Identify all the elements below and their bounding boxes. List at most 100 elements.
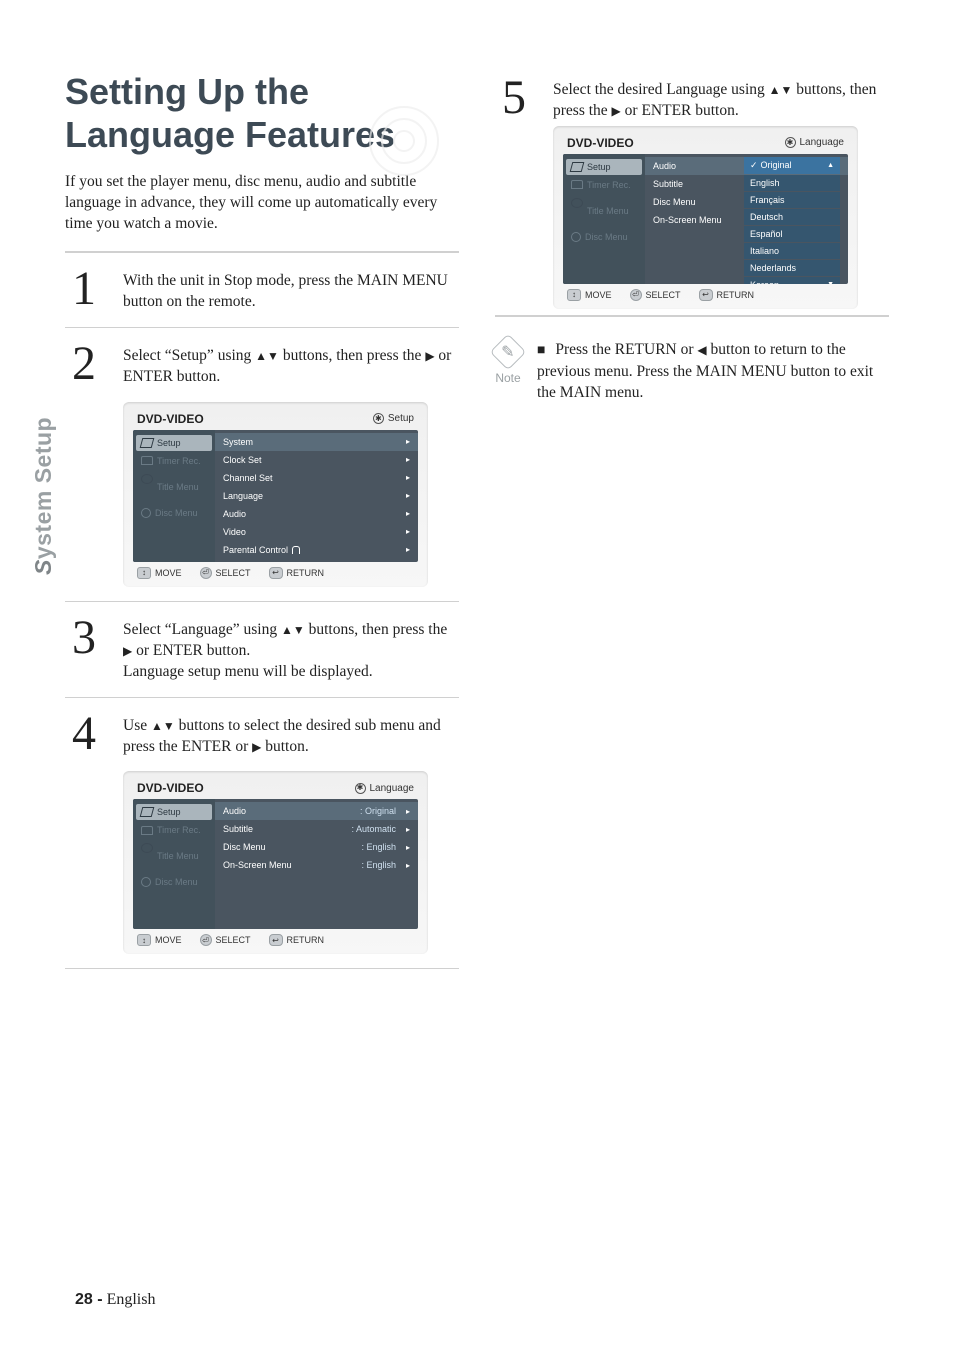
note-icon: ✎ [490, 333, 527, 370]
osd-product: DVD-VIDEO [137, 781, 204, 795]
osd-item: Channel Set [223, 473, 273, 483]
nav-title: Title Menu [136, 471, 212, 503]
intro-text: If you set the player menu, disc menu, a… [65, 172, 459, 235]
step-5: 5 Select the desired Language using butt… [495, 76, 889, 122]
osd-right-label: Language [800, 137, 845, 148]
chevron-right-icon: ▸ [406, 455, 410, 464]
divider [65, 968, 459, 969]
down-icon [267, 347, 279, 364]
select-icon: ⏎ [630, 289, 642, 301]
step-3-mid: buttons, then press the [305, 621, 448, 638]
chevron-right-icon: ▸ [406, 437, 410, 446]
divider [65, 697, 459, 698]
move-icon: ↕ [567, 289, 581, 301]
chevron-right-icon: ▸ [406, 509, 410, 518]
side-tab-rest: ystem Setup [30, 417, 56, 559]
step-5-num: 5 [495, 76, 533, 122]
nav-setup: Setup [136, 804, 212, 820]
chevron-right-icon: ▸ [406, 527, 410, 536]
nav-disc: Disc Menu [136, 505, 212, 521]
osd-setup-screenshot: DVD-VIDEO ✱Setup Setup Timer Rec. Title … [123, 402, 428, 587]
gear-icon: ✱ [785, 137, 796, 148]
osd-language-select-screenshot: DVD-VIDEO ✱ Language Setup Timer Rec. Tit… [553, 126, 858, 309]
nav-title: Title Menu [566, 195, 642, 227]
chevron-right-icon: ▸ [406, 545, 410, 554]
osd-option: English [750, 178, 780, 188]
step-4-pre: Use [123, 717, 151, 734]
move-icon: ↕ [137, 934, 151, 946]
osd-value: : Original [360, 806, 406, 816]
osd-list: Audio: Original▸ Subtitle: Automatic▸ Di… [215, 799, 418, 929]
step-2-text: Select “Setup” using buttons, then press… [123, 342, 459, 388]
osd-item: Subtitle [653, 179, 683, 189]
side-tab-first: S [30, 559, 56, 575]
up-arrow-icon: ▲ [827, 162, 834, 169]
osd-nav: Setup Timer Rec. Title Menu Disc Menu [563, 154, 645, 284]
osd-item: On-Screen Menu [223, 860, 292, 870]
col-left: Setting Up the Language Features If you … [65, 70, 459, 983]
osd-option: Korean [750, 280, 779, 284]
nav-timer: Timer Rec. [136, 822, 212, 838]
right-icon [123, 642, 132, 659]
return-icon: ↩ [269, 934, 283, 946]
nav-disc: Disc Menu [566, 229, 642, 245]
osd-footer: ↕MOVE ⏎SELECT ↩RETURN [563, 284, 848, 301]
title-line2: Language Features [65, 114, 395, 155]
osd-list: System▸ Clock Set▸ Channel Set▸ Language… [215, 430, 418, 562]
osd-value: : English [361, 860, 406, 870]
osd-footer: ↕MOVE ⏎SELECT ↩RETURN [133, 929, 418, 946]
osd-product: DVD-VIDEO [137, 412, 204, 426]
down-icon [293, 621, 305, 638]
osd-right-label: Language [370, 783, 415, 794]
osd-item: Audio [653, 161, 676, 171]
step-2-pre: Select “Setup” using [123, 347, 255, 364]
osd-item: Clock Set [223, 455, 262, 465]
lock-icon [292, 546, 300, 554]
osd-option: Deutsch [750, 212, 783, 222]
note: ✎ Note ■ Press the RETURN or button to r… [495, 339, 889, 404]
step-3-post: or ENTER button. [132, 642, 250, 659]
osd-product: DVD-VIDEO [567, 136, 634, 150]
step-4-num: 4 [65, 712, 103, 758]
nav-timer: Timer Rec. [566, 177, 642, 193]
page-number: 28 - [75, 1291, 103, 1308]
down-icon [781, 81, 793, 98]
osd-item: Subtitle [223, 824, 253, 834]
chevron-right-icon: ▸ [406, 807, 410, 816]
chevron-right-icon: ▸ [406, 861, 410, 870]
chevron-right-icon: ▸ [406, 473, 410, 482]
osd-item: Audio [223, 509, 246, 519]
step-5-pre: Select the desired Language using [553, 81, 769, 98]
note-text: ■ Press the RETURN or button to return t… [537, 339, 889, 404]
return-icon: ↩ [269, 567, 283, 579]
nav-timer: Timer Rec. [136, 453, 212, 469]
osd-item: System [223, 437, 253, 447]
step-4-text: Use buttons to select the desired sub me… [123, 712, 459, 758]
select-icon: ⏎ [200, 934, 212, 946]
divider [65, 601, 459, 602]
up-icon [769, 81, 781, 98]
page-lang: English [107, 1291, 156, 1308]
step-2-num: 2 [65, 342, 103, 388]
return-icon: ↩ [699, 289, 713, 301]
step-2-mid: buttons, then press the [279, 347, 425, 364]
osd-nav: Setup Timer Rec. Title Menu Disc Menu [133, 799, 215, 929]
title-line1: Setting Up the [65, 71, 309, 112]
page-title: Setting Up the Language Features [65, 70, 459, 156]
step-3-text: Select “Language” using buttons, then pr… [123, 616, 459, 683]
up-icon [255, 347, 267, 364]
osd-option: Nederlands [750, 263, 796, 273]
step-2: 2 Select “Setup” using buttons, then pre… [65, 342, 459, 388]
osd-footer: ↕MOVE ⏎SELECT ↩RETURN [133, 562, 418, 579]
osd-item: On-Screen Menu [653, 215, 722, 225]
columns: Setting Up the Language Features If you … [65, 70, 889, 983]
page-footer: 28 - English [75, 1291, 155, 1309]
check-icon: ✓ [750, 160, 758, 170]
left-icon [697, 341, 706, 358]
step-1-num: 1 [65, 267, 103, 313]
page: System Setup Setting Up the Language Fea… [0, 0, 954, 1349]
osd-option: Français [750, 195, 785, 205]
osd-option: Español [750, 229, 783, 239]
step-4-post: button. [261, 738, 308, 755]
step-5-post: or ENTER button. [621, 102, 739, 119]
